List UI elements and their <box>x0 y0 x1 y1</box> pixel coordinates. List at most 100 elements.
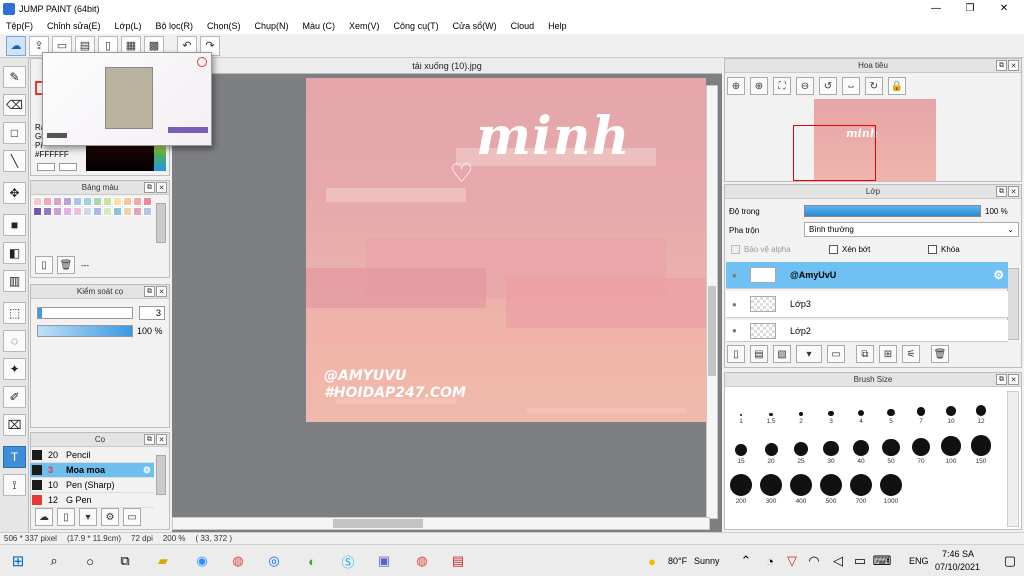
palette-swatch[interactable] <box>33 207 42 216</box>
navigator-close-icon[interactable]: ✕ <box>1008 60 1019 71</box>
chrome-icon[interactable]: ◍ <box>228 551 248 571</box>
zoom-actual-icon[interactable]: ⛶ <box>773 77 791 95</box>
menu-tools[interactable]: Công cụ(T) <box>390 21 443 31</box>
brush-size-option[interactable]: 150 <box>967 433 995 465</box>
palette-swatch[interactable] <box>53 207 62 216</box>
network-icon[interactable]: ◔ <box>760 551 780 571</box>
palette-swatch[interactable] <box>143 197 152 206</box>
palette-swatch[interactable] <box>63 207 72 216</box>
teams-icon[interactable]: ▣ <box>374 551 394 571</box>
artboard[interactable]: ♡ minh @AMYUVU #HOIDAP247.COM <box>306 78 706 422</box>
palette-swatch[interactable] <box>83 197 92 206</box>
brush-size-option[interactable]: 1 <box>727 393 755 425</box>
color-option-2[interactable] <box>59 163 77 171</box>
palette-swatch[interactable] <box>103 207 112 216</box>
palette-swatch[interactable] <box>113 207 122 216</box>
palette-swatch[interactable] <box>113 197 122 206</box>
brush-size-option[interactable]: 1000 <box>877 473 905 505</box>
palette-delete-icon[interactable]: 🗑 <box>57 256 75 274</box>
file-explorer-icon[interactable]: ▰ <box>153 551 173 571</box>
palette-swatch[interactable] <box>123 197 132 206</box>
stroke-close-icon[interactable]: ✕ <box>156 286 167 297</box>
brush-item[interactable]: 12 G Pen <box>30 493 154 508</box>
keyboard-icon[interactable]: ⌨ <box>872 551 892 571</box>
navigator-float-icon[interactable]: ⧉ <box>996 60 1007 71</box>
brush-size-float-icon[interactable]: ⧉ <box>996 374 1007 385</box>
brush-size-option[interactable]: 70 <box>907 433 935 465</box>
brush-scrollbar[interactable] <box>156 455 166 495</box>
blend-mode-select[interactable]: Bình thường ⌄ <box>804 222 1019 237</box>
palette-add-icon[interactable]: ▯ <box>35 256 53 274</box>
cortana-icon[interactable]: ○ <box>80 551 100 571</box>
brush-size-option[interactable]: 500 <box>817 473 845 505</box>
brush-size-option[interactable]: 2 <box>787 393 815 425</box>
brush-size-scrollbar[interactable] <box>1007 391 1019 527</box>
eraser-tool-icon[interactable]: ⌫ <box>3 94 26 116</box>
new-layer-alt-icon[interactable]: ▤ <box>750 345 768 363</box>
menu-window[interactable]: Cửa sổ(W) <box>449 21 501 31</box>
line-tool-icon[interactable]: ╲ <box>3 150 26 172</box>
brush-new-icon[interactable]: ▯ <box>57 508 75 526</box>
coccoc-icon[interactable]: ◐ <box>302 551 322 571</box>
zoom-fit-icon[interactable]: ⊕ <box>727 77 745 95</box>
brush-item[interactable]: 20 Pencil <box>30 448 154 463</box>
brush-size-option[interactable]: 12 <box>967 393 995 425</box>
rotate-right-icon[interactable]: ↻ <box>865 77 883 95</box>
brush-size-value[interactable]: 3 <box>139 306 165 320</box>
volume-icon[interactable]: ◁ <box>828 551 848 571</box>
palette-swatch[interactable] <box>73 207 82 216</box>
protect-alpha-checkbox[interactable] <box>731 245 740 254</box>
brush-size-option[interactable]: 300 <box>757 473 785 505</box>
brush-size-option[interactable]: 40 <box>847 433 875 465</box>
brush-size-option[interactable]: 10 <box>937 393 965 425</box>
palette-swatch[interactable] <box>143 207 152 216</box>
layer-settings-icon[interactable]: ⚟ <box>902 345 920 363</box>
stroke-float-icon[interactable]: ⧉ <box>144 286 155 297</box>
palette-swatch[interactable] <box>43 207 52 216</box>
brush-settings-icon[interactable]: ⚙ <box>101 508 119 526</box>
layer-row[interactable]: ● Lớp3 <box>726 291 1008 318</box>
brush-size-option[interactable]: 400 <box>787 473 815 505</box>
task-view-icon[interactable]: ⧉ <box>115 551 135 571</box>
brush-size-option[interactable]: 5 <box>877 393 905 425</box>
layer-folder-icon[interactable]: ▭ <box>827 345 845 363</box>
clock-time[interactable]: 7:46 SA <box>942 549 974 559</box>
menu-edit[interactable]: Chỉnh sửa(E) <box>43 21 105 31</box>
menu-layer[interactable]: Lớp(L) <box>111 21 146 31</box>
close-button[interactable]: ✕ <box>982 0 1024 17</box>
brush-item[interactable]: 10 Pen (Sharp) <box>30 478 154 493</box>
rect-select-icon[interactable]: ⬚ <box>3 302 26 324</box>
square-tool-icon[interactable]: □ <box>3 122 26 144</box>
layers-scrollbar[interactable] <box>1007 268 1019 340</box>
navigator-viewport-frame[interactable] <box>793 125 876 181</box>
layer-visibility-icon[interactable]: ● <box>732 300 737 309</box>
brush-size-option[interactable]: 30 <box>817 433 845 465</box>
zoom-app-icon[interactable]: ◉ <box>192 551 212 571</box>
brush-size-option[interactable]: 200 <box>727 473 755 505</box>
layers-close-icon[interactable]: ✕ <box>1008 186 1019 197</box>
select-eraser-icon[interactable]: ⌧ <box>3 414 26 436</box>
menu-view[interactable]: Xem(V) <box>345 21 384 31</box>
menu-cloud[interactable]: Cloud <box>507 21 539 31</box>
brush-size-slider[interactable] <box>37 307 133 319</box>
layer-gear-icon[interactable]: ⚙ <box>993 268 1004 282</box>
palette-swatch[interactable] <box>83 207 92 216</box>
palette-swatch[interactable] <box>123 207 132 216</box>
text-tool-icon[interactable]: T <box>3 446 26 468</box>
brush-size-option[interactable]: 4 <box>847 393 875 425</box>
document-tab[interactable]: tải xuống (10).jpg <box>172 58 722 74</box>
brush-size-option[interactable]: 20 <box>757 433 785 465</box>
skype-icon[interactable]: Ⓢ <box>338 551 358 571</box>
menu-file[interactable]: Tệp(F) <box>2 21 37 31</box>
palette-swatch[interactable] <box>63 197 72 206</box>
layer-opacity-slider[interactable] <box>804 205 981 217</box>
flip-icon[interactable]: ⇔ <box>842 77 860 95</box>
delete-layer-icon[interactable]: 🗑 <box>931 345 949 363</box>
layer-dropdown-icon[interactable]: ▾ <box>796 345 822 363</box>
zoom-in-icon[interactable]: ⊕ <box>750 77 768 95</box>
palette-close-icon[interactable]: ✕ <box>156 182 167 193</box>
merge-layer-icon[interactable]: ⊞ <box>879 345 897 363</box>
brush-size-option[interactable]: 100 <box>937 433 965 465</box>
palette-swatch[interactable] <box>33 197 42 206</box>
layer-visibility-icon[interactable]: ● <box>732 271 737 280</box>
